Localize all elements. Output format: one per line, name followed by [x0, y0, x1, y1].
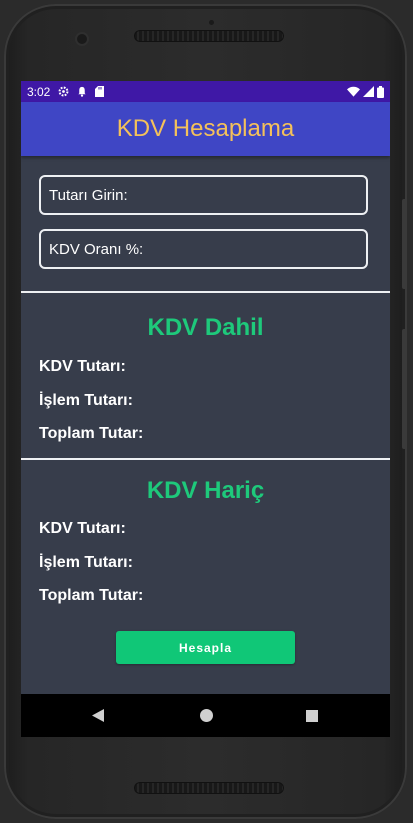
- notification-bell-icon: [78, 86, 87, 97]
- nav-recents-button[interactable]: [292, 694, 332, 737]
- nav-back-button[interactable]: [78, 694, 118, 737]
- app-bar: KDV Hesaplama: [21, 102, 390, 156]
- navigation-bar: [21, 694, 390, 737]
- sd-card-icon: [95, 86, 105, 97]
- section-divider: [21, 458, 390, 460]
- bottom-speaker: [134, 782, 284, 794]
- status-time: 3:02: [27, 84, 51, 99]
- volume-button: [402, 329, 407, 449]
- excluded-vat-amount-label: KDV Tutarı:: [39, 520, 126, 537]
- proximity-sensor: [209, 20, 214, 25]
- calculate-button[interactable]: Hesapla: [116, 631, 295, 664]
- excluded-net-amount-label: İşlem Tutarı:: [39, 554, 133, 571]
- amount-input[interactable]: [39, 175, 368, 215]
- wifi-icon: [347, 86, 360, 97]
- gear-icon: [58, 86, 69, 97]
- power-button: [402, 199, 407, 289]
- excluded-total-label: Toplam Tutar:: [39, 587, 144, 604]
- app-screen: 3:02 KDV Hesaplama Tutarı Girin: KDV Ora…: [21, 81, 390, 737]
- front-camera: [77, 34, 87, 44]
- nav-home-button[interactable]: [186, 694, 226, 737]
- top-speaker: [134, 30, 284, 42]
- vat-rate-input[interactable]: [39, 229, 368, 269]
- section-divider: [21, 291, 390, 293]
- cell-signal-icon: [363, 86, 374, 97]
- included-vat-amount-label: KDV Tutarı:: [39, 358, 126, 375]
- battery-icon: [377, 85, 384, 98]
- app-title: KDV Hesaplama: [116, 115, 295, 142]
- included-net-amount-label: İşlem Tutarı:: [39, 392, 133, 409]
- included-total-label: Toplam Tutar:: [39, 425, 144, 442]
- recents-icon: [306, 709, 318, 722]
- vat-excluded-title: KDV Hariç: [146, 477, 265, 504]
- status-bar: 3:02: [21, 81, 390, 102]
- home-icon: [199, 709, 213, 722]
- vat-included-title: KDV Dahil: [147, 314, 264, 341]
- back-icon: [92, 709, 104, 722]
